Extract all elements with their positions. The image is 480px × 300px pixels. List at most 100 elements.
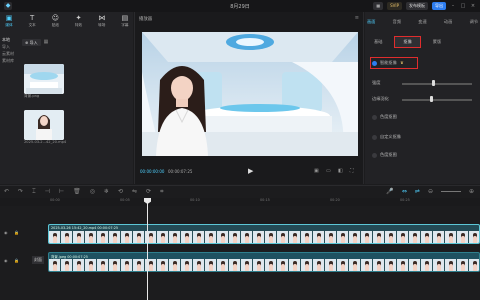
clip-frame [313,259,325,271]
playhead[interactable] [147,198,148,300]
clip-frame [349,231,361,243]
ruler-label: 00:05 [120,198,130,202]
tab-text[interactable]: T 文本 [25,14,39,34]
export-button[interactable]: 导出 [432,2,446,10]
clip-frame [361,259,373,271]
clip-frame [289,259,301,271]
subnav-local[interactable]: 本地 [2,36,20,43]
reverse-icon[interactable]: ⟲ [118,188,123,196]
clip-frame [277,259,289,271]
time-ruler[interactable]: 00:00 00:05 00:10 00:15 00:20 00:25 [0,198,480,206]
rotate-icon[interactable]: ⟳ [146,188,151,196]
play-icon[interactable]: ▶ [248,167,253,175]
visibility-icon[interactable]: ◉ [4,230,8,235]
tab-transition[interactable]: ⋈ 转场 [95,14,109,34]
property-tabs: 画面 音频 变速 动画 调节 [367,19,478,29]
clip-frame [229,231,241,243]
mic-icon[interactable]: 🎤 [386,188,393,195]
quality-icon[interactable]: ◧ [338,168,343,174]
fit-icon[interactable]: ▣ [314,168,319,174]
clip-frame [169,259,181,271]
text-icon: T [30,14,35,22]
clip-frame [85,231,97,243]
clip-frame [193,231,205,243]
subnav-cloud[interactable]: 云素材 [2,50,20,57]
clip-frame [73,259,85,271]
publish-template-button[interactable]: 发布模板 [406,2,428,10]
tab-sticker[interactable]: ☺ 贴纸 [48,14,62,34]
clip-frame [133,231,145,243]
clip-frame [361,231,373,243]
tab-caption[interactable]: ▤ 字幕 [118,14,132,34]
freeze-icon[interactable]: ❄ [104,188,109,196]
custom-keying-checkbox[interactable] [372,134,377,140]
tab-speed[interactable]: 变速 [418,19,426,29]
subtab-basic[interactable]: 基础 [370,37,386,47]
strength-slider-knob[interactable] [432,80,435,86]
lock-icon[interactable]: 🔒 [14,230,19,235]
clip-frame [61,259,73,271]
tab-picture[interactable]: 画面 [367,19,375,29]
subtab-keying[interactable]: 抠像 [394,36,421,48]
cover-button[interactable]: 封面 [32,256,44,264]
background-clip[interactable]: 背景.jpeg 00:00:07:25 [48,252,480,272]
redo-icon[interactable]: ↷ [18,188,23,196]
feather-slider-knob[interactable] [430,96,433,102]
lock-icon[interactable]: 🔒 [14,258,19,263]
maximize-icon[interactable]: □ [460,3,466,9]
menu-icon[interactable]: ≡ [355,15,359,21]
link-icon[interactable]: ⇔ [402,188,407,195]
tab-effects[interactable]: ✦ 特效 [72,14,86,34]
strength-slider[interactable] [402,83,472,85]
layout-icon[interactable]: ▦ [373,2,384,10]
tab-media[interactable]: ▣ 媒体 [2,14,16,34]
ratio-icon[interactable]: ▭ [326,168,331,174]
fullscreen-icon[interactable]: ⛶ [350,168,354,174]
undo-icon[interactable]: ↶ [4,188,9,196]
split-right-icon[interactable]: ⊢ [59,188,64,196]
clip-frame [157,231,169,243]
tab-animation[interactable]: 动画 [444,19,452,29]
media-caption: 背景.png [24,94,40,98]
close-icon[interactable]: × [470,3,476,9]
minimize-icon[interactable]: – [450,3,456,9]
subtab-mask[interactable]: 蒙版 [429,37,445,47]
clip-frame [253,231,265,243]
clip-frame [409,259,421,271]
snap-icon[interactable]: ⇌ [415,188,420,195]
subnav-library[interactable]: 素材库 [2,57,20,64]
video-clip[interactable]: 2025-03-26 15:42_20.mp4 00:00:07:25 [48,224,480,244]
clip-frame [97,259,109,271]
tab-adjust[interactable]: 调节 [470,19,478,29]
visibility-icon[interactable]: ◉ [4,258,8,263]
media-item[interactable]: 背景.png [24,64,64,99]
clip-frame [157,259,169,271]
clip-frame [385,231,397,243]
svip-badge[interactable]: SVIP [387,2,402,10]
zoom-slider[interactable] [440,191,461,192]
caption-icon: ▤ [121,14,129,22]
import-button[interactable]: ⊕ 导入 [22,38,41,46]
video-preview[interactable] [142,32,358,156]
split-left-icon[interactable]: ⊣ [45,188,50,196]
zoom-out-icon[interactable]: ⊖ [428,188,433,195]
crop-icon[interactable]: ⌗ [160,188,163,196]
media-thumbnail [24,110,64,140]
mirror-icon[interactable]: ⇋ [132,188,137,196]
import-row: ⊕ 导入 ▦ [22,38,48,46]
tab-audio[interactable]: 音频 [393,19,401,29]
chroma-key-checkbox[interactable] [372,152,377,158]
smart-keying-row: 智能抠像 ♛ [370,57,476,69]
grid-view-icon[interactable]: ▦ [44,39,49,45]
split-icon[interactable]: ⌶ [32,188,36,196]
media-item[interactable]: 2025-03-2...42_20.mp4 [24,110,66,144]
subnav-import[interactable]: 导入 [2,43,20,50]
zoom-in-icon[interactable]: ⊕ [469,188,474,195]
feather-slider[interactable] [402,99,472,101]
chroma-row: 色度抠图 [372,114,476,122]
delete-icon[interactable]: 🗑 [73,188,81,196]
chroma-checkbox[interactable] [372,114,377,120]
mask-icon[interactable]: ◎ [90,188,95,196]
clip-frame [109,259,121,271]
clip-frame [49,231,61,243]
